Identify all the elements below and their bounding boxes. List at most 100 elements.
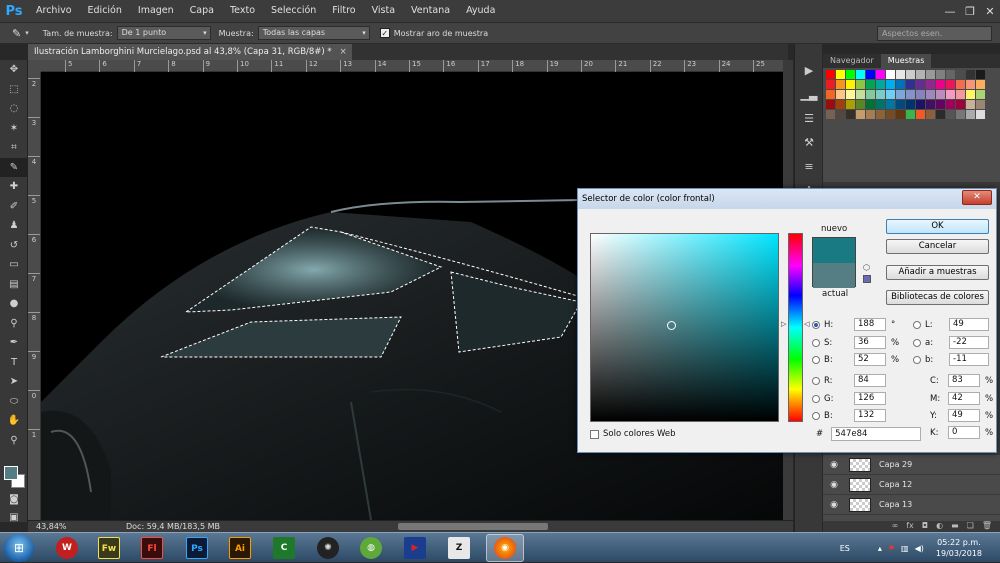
- brightness-input[interactable]: 52: [854, 353, 886, 366]
- color-swatch[interactable]: [826, 70, 835, 79]
- add-to-swatches-button[interactable]: Añadir a muestras: [886, 265, 989, 280]
- layer-row[interactable]: ◉ Capa 13: [823, 495, 1000, 515]
- sample-size-select[interactable]: De 1 punto ▾: [116, 26, 211, 40]
- color-swatch[interactable]: [836, 80, 845, 89]
- stamp-tool-icon[interactable]: ♟: [0, 216, 28, 236]
- pen-tool-icon[interactable]: ✒: [0, 333, 28, 353]
- lasso-tool-icon[interactable]: ◌: [0, 99, 28, 119]
- type-tool-icon[interactable]: T: [0, 353, 28, 373]
- color-swatch[interactable]: [956, 70, 965, 79]
- illustrator-app-icon[interactable]: Ai: [229, 537, 251, 559]
- color-swatch[interactable]: [956, 100, 965, 109]
- red-input[interactable]: 84: [854, 374, 886, 387]
- color-swatch[interactable]: [916, 80, 925, 89]
- tab-navegador[interactable]: Navegador: [823, 54, 881, 68]
- eye-icon[interactable]: ◉: [823, 480, 845, 490]
- color-swatch[interactable]: [976, 80, 985, 89]
- color-swatch[interactable]: [896, 100, 905, 109]
- dialog-close-button[interactable]: ✕: [962, 190, 992, 205]
- menu-vista[interactable]: Vista: [364, 0, 403, 22]
- zbrush-app-icon[interactable]: Z: [448, 537, 470, 559]
- red-radio[interactable]: [812, 376, 820, 385]
- color-swatch[interactable]: [916, 70, 925, 79]
- color-swatch[interactable]: [886, 110, 895, 119]
- show-ring-checkbox[interactable]: ✓: [379, 28, 390, 38]
- color-swatch[interactable]: [856, 90, 865, 99]
- color-swatch[interactable]: [856, 80, 865, 89]
- color-swatch[interactable]: [826, 90, 835, 99]
- color-swatch[interactable]: [876, 100, 885, 109]
- lab-b-input[interactable]: -11: [949, 353, 989, 366]
- document-tab[interactable]: Ilustración Lamborghini Murcielago.psd a…: [28, 44, 352, 60]
- color-marker[interactable]: [667, 321, 676, 330]
- menu-capa[interactable]: Capa: [182, 0, 222, 22]
- color-swatch[interactable]: [916, 100, 925, 109]
- eyedropper-tool-icon[interactable]: ✎: [0, 157, 28, 177]
- screen-mode-icon[interactable]: ▣: [0, 508, 28, 528]
- color-swatch[interactable]: [976, 100, 985, 109]
- color-swatch[interactable]: [916, 90, 925, 99]
- color-swatch[interactable]: [926, 110, 935, 119]
- color-swatch[interactable]: [936, 70, 945, 79]
- color-swatch[interactable]: [886, 70, 895, 79]
- trash-icon[interactable]: 🗑: [982, 521, 992, 532]
- hue-slider[interactable]: [788, 233, 803, 422]
- color-swatch[interactable]: [886, 90, 895, 99]
- volume-icon[interactable]: ◀): [915, 544, 924, 553]
- color-swatch[interactable]: [896, 80, 905, 89]
- lab-b-radio[interactable]: [913, 355, 921, 364]
- dodge-tool-icon[interactable]: ⚲: [0, 314, 28, 334]
- menu-seleccion[interactable]: Selección: [263, 0, 324, 22]
- saturation-radio[interactable]: [812, 338, 820, 347]
- color-swatch[interactable]: [866, 70, 875, 79]
- flash-app-icon[interactable]: Fl: [141, 537, 163, 559]
- color-swatch[interactable]: [876, 110, 885, 119]
- color-swatches[interactable]: [4, 466, 26, 488]
- zoom-tool-icon[interactable]: ⚲: [0, 431, 28, 451]
- color-swatch[interactable]: [866, 80, 875, 89]
- workspace-select[interactable]: Aspectos esen.: [877, 26, 992, 41]
- tool-preset-chevron-icon[interactable]: ▾: [25, 29, 29, 37]
- saturation-brightness-field[interactable]: [590, 233, 779, 422]
- color-swatch[interactable]: [856, 110, 865, 119]
- color-swatch[interactable]: [926, 70, 935, 79]
- color-swatch[interactable]: [966, 80, 975, 89]
- color-swatch[interactable]: [956, 80, 965, 89]
- horizontal-scrollbar-thumb[interactable]: [398, 523, 548, 530]
- color-swatch[interactable]: [846, 100, 855, 109]
- lab-l-input[interactable]: 49: [949, 318, 989, 331]
- menu-filtro[interactable]: Filtro: [324, 0, 363, 22]
- magic-wand-tool-icon[interactable]: ✶: [0, 119, 28, 139]
- menu-archivo[interactable]: Archivo: [28, 0, 80, 22]
- hue-input[interactable]: 188: [854, 318, 886, 331]
- hue-arrow-right-icon[interactable]: ◁: [804, 320, 809, 328]
- color-swatch[interactable]: [896, 110, 905, 119]
- foreground-color-swatch[interactable]: [4, 466, 18, 480]
- language-indicator[interactable]: ES: [840, 544, 850, 553]
- maximize-button[interactable]: ❐: [960, 0, 980, 22]
- color-swatch[interactable]: [926, 100, 935, 109]
- color-swatch[interactable]: [896, 90, 905, 99]
- blur-tool-icon[interactable]: ●: [0, 294, 28, 314]
- blue-radio[interactable]: [812, 411, 820, 420]
- move-tool-icon[interactable]: ✥: [0, 60, 28, 80]
- levels-icon[interactable]: ▁▃: [795, 82, 823, 106]
- color-swatch[interactable]: [916, 110, 925, 119]
- color-swatch[interactable]: [946, 110, 955, 119]
- antivirus-app-icon[interactable]: W: [56, 537, 78, 559]
- photoshop-app-icon[interactable]: Ps: [186, 537, 208, 559]
- saturation-input[interactable]: 36: [854, 336, 886, 349]
- cancel-button[interactable]: Cancelar: [886, 239, 989, 254]
- shape-tool-icon[interactable]: ⬭: [0, 392, 28, 412]
- color-swatch[interactable]: [906, 110, 915, 119]
- eyedropper-icon[interactable]: ✎: [12, 27, 21, 40]
- color-swatch[interactable]: [956, 90, 965, 99]
- black-input[interactable]: 0: [948, 426, 980, 439]
- tray-arrow-icon[interactable]: ▴: [878, 544, 882, 553]
- link-icon[interactable]: ∞: [892, 521, 899, 532]
- green-radio[interactable]: [812, 394, 820, 403]
- hue-arrow-left-icon[interactable]: ▷: [781, 320, 786, 328]
- tray-flag-icon[interactable]: ⚑: [888, 544, 895, 553]
- color-swatch[interactable]: [976, 110, 985, 119]
- color-swatch[interactable]: [866, 110, 875, 119]
